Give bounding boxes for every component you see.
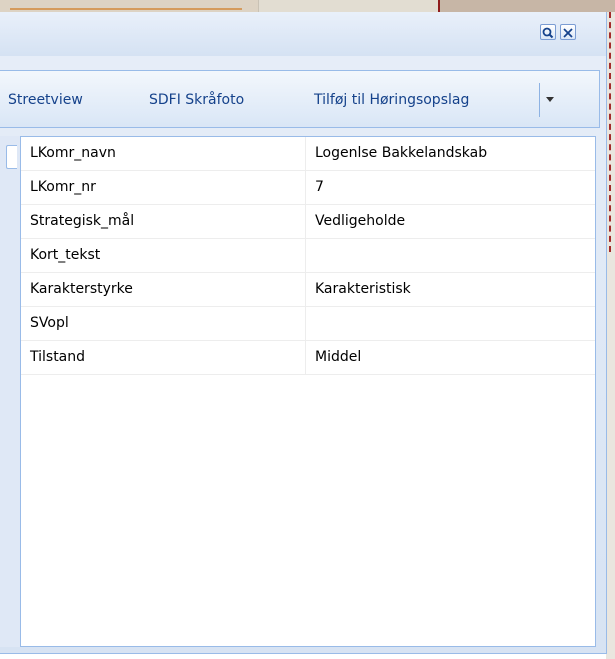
add-to-hearing-button[interactable]: Tilføj til Høringsopslag [314, 91, 469, 109]
close-icon[interactable] [560, 24, 576, 40]
field-value-cell [306, 307, 595, 340]
map-tile [438, 0, 615, 12]
map-background-strip [0, 0, 615, 12]
field-name-cell: Tilstand [21, 341, 306, 374]
field-value-cell [306, 239, 595, 272]
field-value-cell: Logenlse Bakkelandskab [315, 145, 488, 161]
search-icon[interactable] [540, 24, 556, 40]
skraafoto-button[interactable]: SDFI Skråfoto [149, 91, 244, 109]
left-panel-tab[interactable] [6, 145, 17, 169]
table-row[interactable]: Tilstand Middel [21, 341, 595, 375]
field-value-cell: Vedligeholde [315, 213, 406, 229]
field-name-cell: Kort_tekst [21, 239, 306, 272]
field-name-cell: Strategisk_mål [21, 205, 306, 238]
field-value-cell: 7 [315, 179, 324, 195]
map-tile [258, 0, 439, 12]
split-button-divider [539, 83, 540, 117]
chevron-down-icon[interactable] [546, 97, 554, 102]
window-toolbar: Streetview SDFI Skråfoto Tilføj til Høri… [0, 70, 600, 128]
field-value-cell: Middel [315, 349, 362, 365]
table-row[interactable]: SVopl [21, 307, 595, 341]
table-row[interactable]: Karakterstyrke Karakteristisk [21, 273, 595, 307]
table-row[interactable]: Kort_tekst [21, 239, 595, 273]
map-tile [0, 0, 258, 12]
collapsed-left-panel [0, 136, 20, 647]
map-boundary-line [609, 12, 611, 252]
field-name-cell: Karakterstyrke [21, 273, 306, 306]
field-value-cell: Karakteristisk [315, 281, 411, 297]
table-row[interactable]: Strategisk_mål Vedligeholde [21, 205, 595, 239]
streetview-button[interactable]: Streetview [8, 91, 83, 109]
attribute-grid: LKomr_navn Logenlse Bakkelandskab LKomr_… [20, 136, 596, 647]
map-background-edge [606, 12, 615, 659]
map-road-line [10, 8, 242, 10]
table-row[interactable]: LKomr_nr 7 [21, 171, 595, 205]
table-row[interactable]: LKomr_navn Logenlse Bakkelandskab [21, 137, 595, 171]
field-name-cell: LKomr_nr [21, 171, 306, 204]
field-name-cell: LKomr_navn [21, 137, 306, 170]
window-titlebar[interactable] [0, 12, 606, 56]
field-name-cell: SVopl [21, 307, 306, 340]
